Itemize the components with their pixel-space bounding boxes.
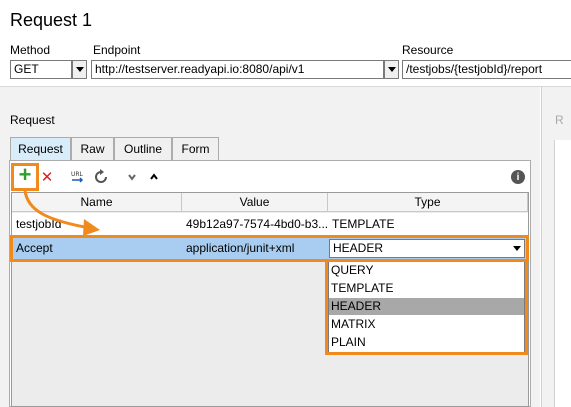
- arrow-head: [83, 219, 100, 236]
- arrow-line: [23, 190, 91, 230]
- annotation-arrow: [23, 190, 100, 236]
